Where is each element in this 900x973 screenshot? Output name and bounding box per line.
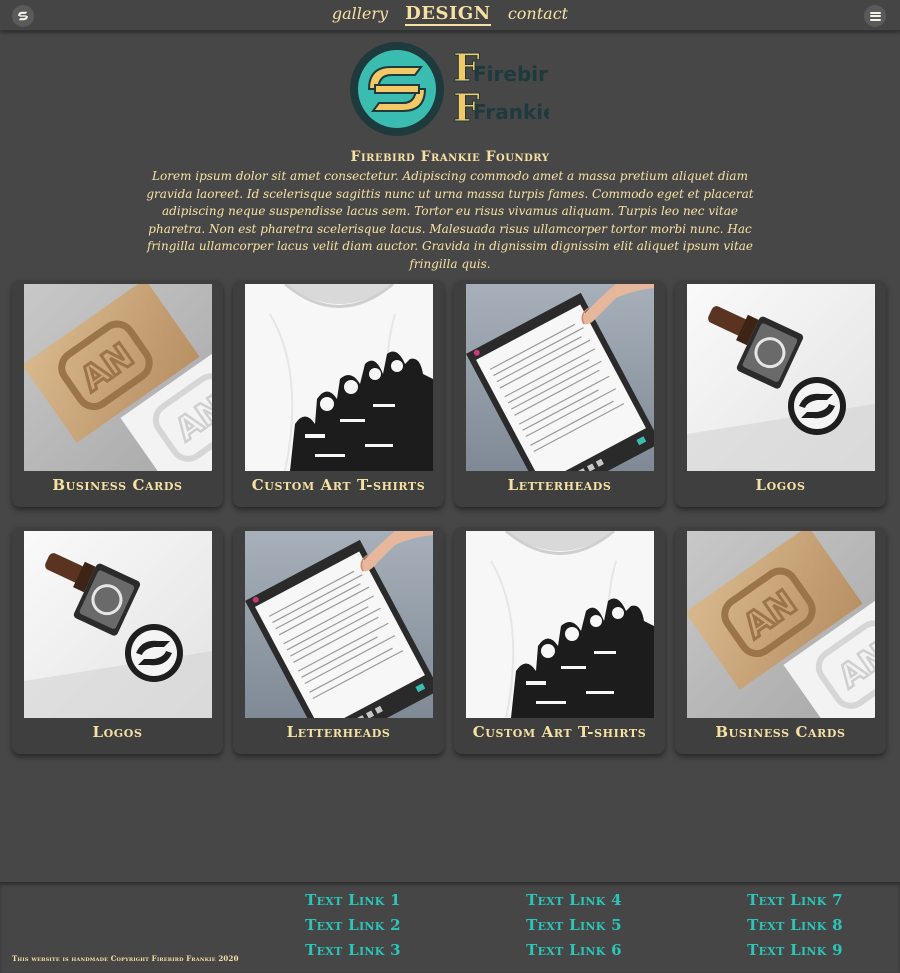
nav-gallery-link[interactable]: gallery [332, 4, 388, 23]
gallery-card[interactable]: Custom Art T-shirts [233, 280, 444, 507]
tshirt-image [466, 531, 654, 718]
gallery-card[interactable]: Logos [12, 527, 223, 754]
copyright-text: This website is handmade Copyright Fireb… [12, 954, 239, 963]
gallery-card[interactable]: Logos [675, 280, 886, 507]
business-cards-image [24, 284, 212, 471]
footer-link-6[interactable]: Text Link 6 [499, 941, 649, 959]
gallery-card[interactable]: Letterheads [454, 280, 665, 507]
footer-link-5[interactable]: Text Link 5 [499, 916, 649, 934]
nav-design-link[interactable]: DESIGN [405, 4, 491, 26]
logo-word-firebird: Firebird [473, 62, 549, 86]
gallery-card[interactable]: Custom Art T-shirts [454, 527, 665, 754]
tshirt-image [245, 284, 433, 471]
nav-contact-link[interactable]: contact [508, 4, 568, 23]
gallery-card[interactable]: Business Cards [12, 280, 223, 507]
footer-link-9[interactable]: Text Link 9 [720, 941, 870, 959]
top-bar: gallery DESIGN contact [0, 0, 900, 31]
card-label: Logos [92, 723, 143, 741]
logo-word-frankie: Frankie [473, 100, 549, 124]
menu-button[interactable] [864, 5, 886, 27]
stamp-logo-image [687, 284, 875, 471]
main-nav: gallery DESIGN contact [0, 4, 900, 26]
card-label: Logos [755, 476, 806, 494]
footer-link-2[interactable]: Text Link 2 [278, 916, 428, 934]
card-label: Business Cards [715, 723, 846, 741]
page-title: Firebird Frankie Foundry [350, 149, 550, 165]
firebird-frankie-logo: F Firebird F Frankie [350, 42, 549, 136]
footer-link-7[interactable]: Text Link 7 [720, 891, 870, 909]
card-label: Business Cards [52, 476, 183, 494]
card-label: Custom Art T-shirts [472, 723, 647, 741]
business-cards-image [687, 531, 875, 718]
card-label: Letterheads [507, 476, 612, 494]
footer-link-8[interactable]: Text Link 8 [720, 916, 870, 934]
intro-paragraph: Lorem ipsum dolor sit amet consectetur. … [146, 169, 754, 271]
card-label: Custom Art T-shirts [251, 476, 426, 494]
letterhead-image [466, 284, 654, 471]
card-label: Letterheads [286, 723, 391, 741]
gallery-card[interactable]: Letterheads [233, 527, 444, 754]
stamp-logo-image [24, 531, 212, 718]
footer-link-3[interactable]: Text Link 3 [278, 941, 428, 959]
hamburger-menu-icon [869, 11, 881, 21]
footer-link-1[interactable]: Text Link 1 [278, 891, 428, 909]
footer-link-4[interactable]: Text Link 4 [499, 891, 649, 909]
letterhead-image [245, 531, 433, 718]
gallery-card[interactable]: Business Cards [675, 527, 886, 754]
